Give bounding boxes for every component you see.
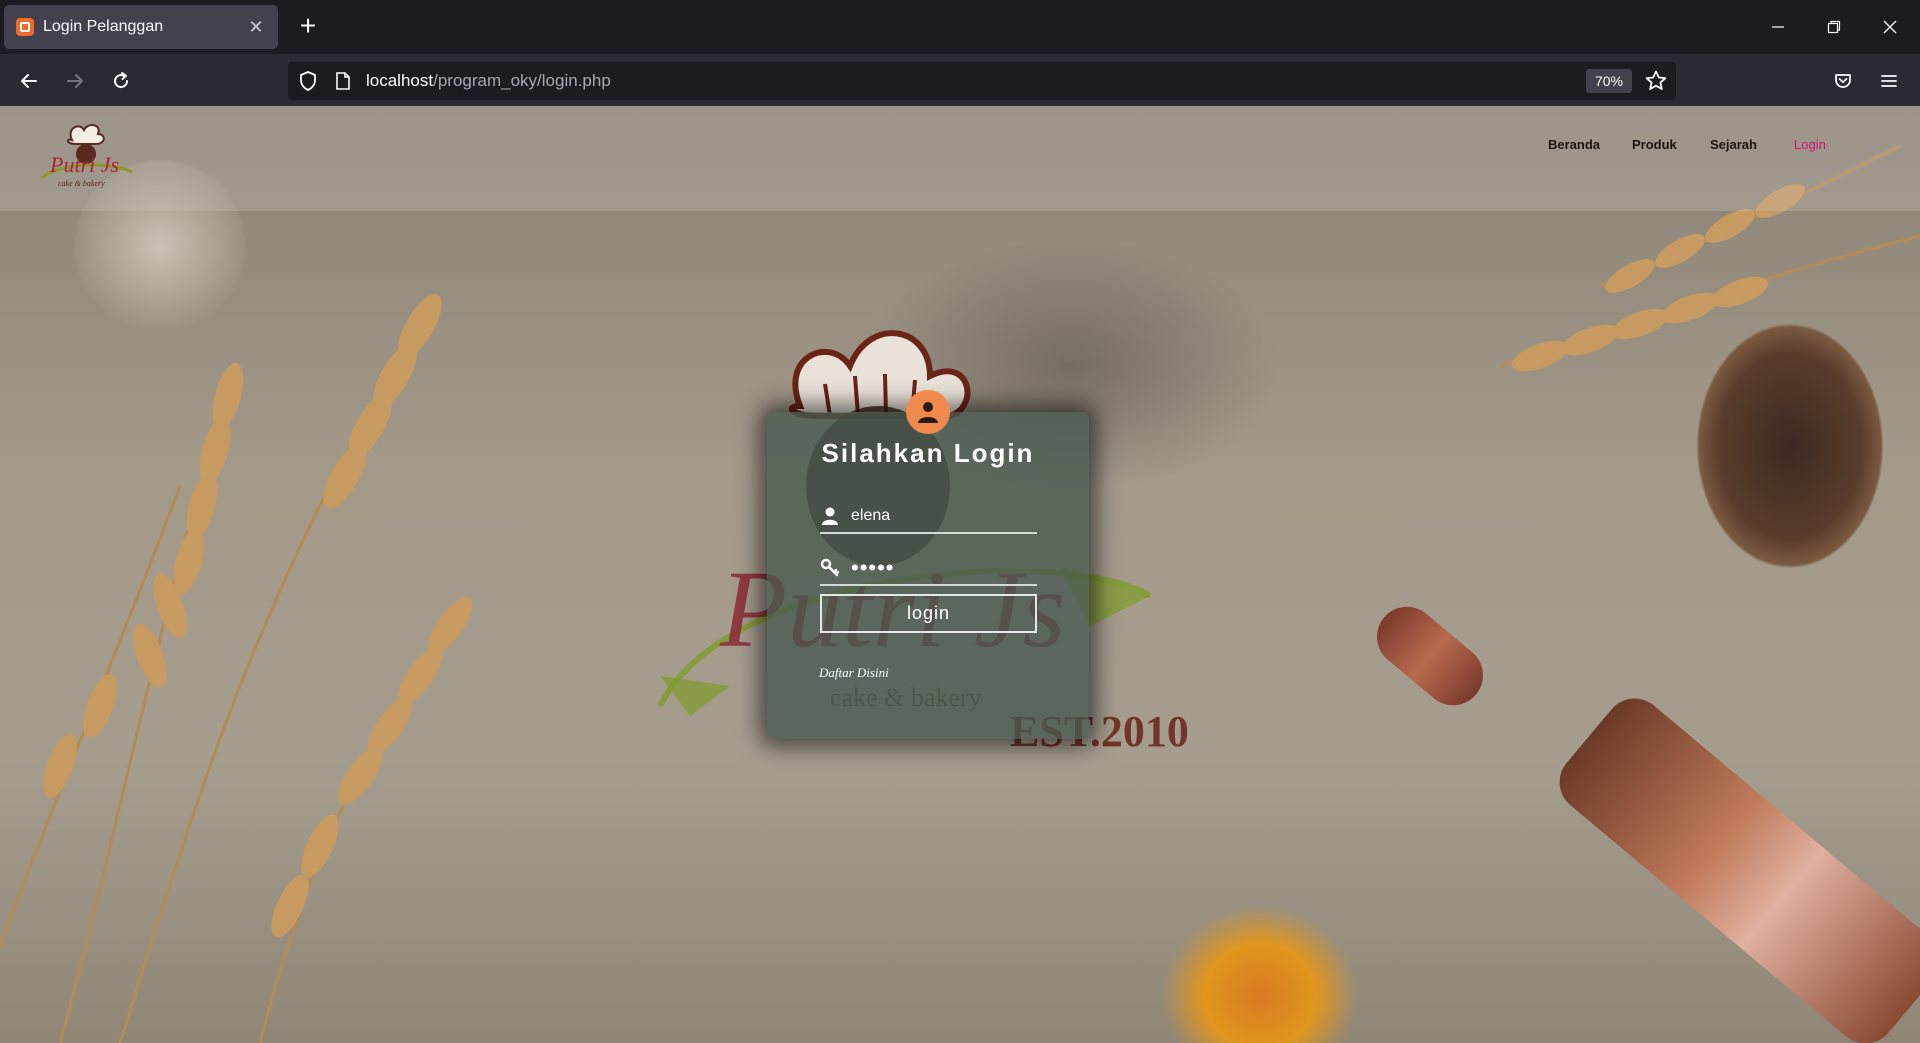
- site-logo-text: Putri Js: [49, 152, 119, 177]
- tab-favicon-icon: [16, 18, 34, 36]
- register-link[interactable]: Daftar Disini: [819, 665, 889, 681]
- shield-icon: [300, 71, 316, 91]
- forward-button[interactable]: [58, 64, 92, 98]
- minimize-icon: [1772, 26, 1784, 28]
- url-text[interactable]: localhost/program_oky/login.php: [366, 71, 611, 91]
- reload-button[interactable]: [104, 64, 138, 98]
- wheat-left-decoration: [0, 294, 473, 1043]
- reload-icon: [114, 72, 129, 89]
- nav-produk[interactable]: Produk: [1632, 137, 1677, 152]
- username-input[interactable]: [851, 500, 1031, 532]
- tab-title: Login Pelanggan: [43, 18, 164, 35]
- password-input[interactable]: [851, 552, 1031, 584]
- login-title: Silahkan Login: [821, 438, 1035, 468]
- address-bar[interactable]: localhost/program_oky/login.php 70%: [288, 62, 1676, 100]
- url-host: localhost: [366, 71, 434, 90]
- restore-icon: [1827, 20, 1841, 34]
- key-icon: [820, 558, 840, 577]
- window-restore-button[interactable]: [1816, 10, 1852, 44]
- browser-tabbar: Login Pelanggan ✕ +: [0, 0, 1920, 54]
- zoom-level-badge[interactable]: 70%: [1586, 69, 1632, 93]
- browser-toolbar: localhost/program_oky/login.php 70%: [0, 54, 1920, 106]
- user-avatar-icon: [906, 390, 950, 434]
- app-menu-button[interactable]: [1872, 64, 1906, 98]
- url-path: /program_oky/login.php: [433, 71, 611, 90]
- rolling-pin-body: [1547, 686, 1920, 1043]
- nav-login[interactable]: Login: [1794, 137, 1826, 152]
- close-icon: [1883, 20, 1897, 34]
- browser-tab[interactable]: Login Pelanggan ✕: [4, 5, 278, 49]
- user-icon: [822, 507, 838, 525]
- pocket-icon: [1835, 74, 1851, 88]
- site-logo[interactable]: Putri Js cake & bakery: [36, 120, 140, 196]
- pocket-button[interactable]: [1826, 64, 1860, 98]
- page-icon: [336, 72, 350, 90]
- tab-close-icon[interactable]: ✕: [246, 17, 266, 38]
- new-tab-button[interactable]: +: [292, 11, 324, 43]
- hamburger-menu-icon: [1881, 75, 1897, 87]
- nav-beranda[interactable]: Beranda: [1548, 137, 1600, 152]
- rolling-pin-handle: [1364, 594, 1496, 718]
- site-header-bar: [0, 106, 1920, 211]
- login-button[interactable]: login: [820, 594, 1037, 633]
- back-button[interactable]: [12, 64, 46, 98]
- username-field: [820, 500, 1037, 534]
- window-close-button[interactable]: [1872, 10, 1908, 44]
- nav-sejarah[interactable]: Sejarah: [1710, 137, 1757, 152]
- site-logo-tagline: cake & bakery: [58, 179, 105, 188]
- password-field: [820, 552, 1037, 586]
- arrow-right-icon: [67, 74, 83, 88]
- page-viewport: Putri Js cake & bakery Beranda Produk Se…: [0, 106, 1920, 1043]
- bookmark-star-icon: [1645, 70, 1667, 90]
- window-minimize-button[interactable]: [1760, 10, 1796, 44]
- arrow-left-icon: [21, 74, 37, 88]
